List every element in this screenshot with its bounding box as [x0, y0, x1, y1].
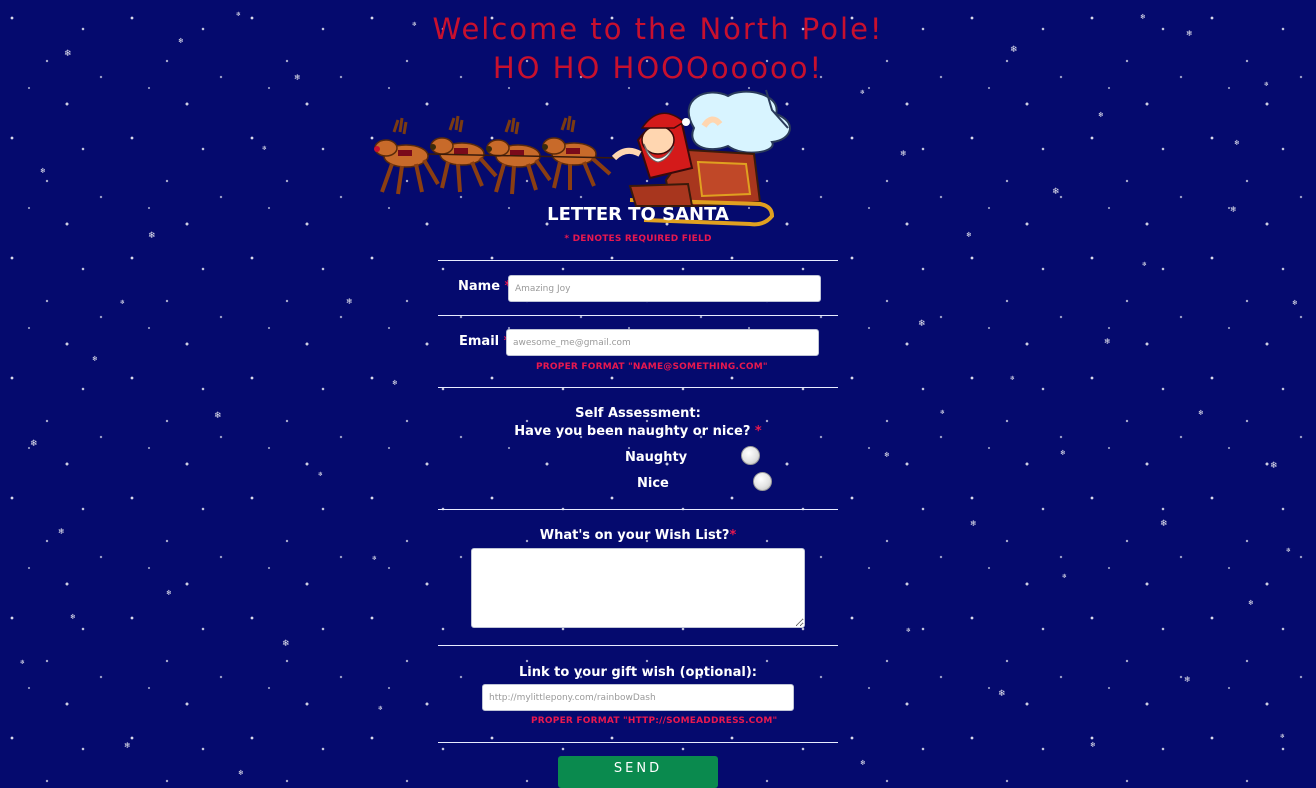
snowflake-icon: ❄ [1090, 741, 1096, 749]
snowflake-icon: ❄ [92, 355, 98, 363]
radio-nice[interactable] [753, 472, 772, 491]
email-input[interactable] [506, 329, 819, 356]
snowflake-icon: ❄ [124, 741, 131, 750]
snowflake-icon: ❄ [1104, 337, 1111, 346]
section-divider [438, 645, 838, 646]
wish-list-label-text: What's on your Wish List? [539, 528, 730, 543]
snowflake-icon: ❄ [1234, 139, 1240, 147]
snowflake-icon: ❄ [166, 589, 172, 597]
snowflake-icon: ❄ [1160, 519, 1168, 529]
required-marker: * [754, 424, 762, 439]
snowflake-icon: ❄ [1230, 205, 1237, 214]
snowflake-icon: ❄ [40, 167, 46, 175]
snowflake-icon: ❄ [970, 519, 977, 528]
snowflake-icon: ❄ [378, 705, 384, 712]
snowflake-icon: ❄ [940, 409, 946, 416]
snowflake-icon: ❄ [918, 319, 926, 329]
snowflake-icon: ❄ [262, 145, 268, 152]
snowflake-icon: ❄ [1052, 187, 1060, 197]
snowflake-icon: ❄ [58, 527, 65, 536]
snowflake-icon: ❄ [1286, 547, 1292, 554]
radio-naughty[interactable] [741, 446, 760, 465]
snowflake-icon: ❄ [214, 411, 222, 421]
snowflake-icon: ❄ [1098, 111, 1104, 119]
self-assessment-question-text: Have you been naughty or nice? [514, 424, 751, 439]
snowflake-icon: ❄ [238, 769, 244, 777]
gift-link-label: Link to your gift wish (optional): [519, 665, 757, 680]
self-assessment-question: Have you been naughty or nice? * [438, 424, 838, 439]
snowflake-icon: ❄ [1198, 409, 1204, 417]
snowflake-icon: ❄ [1280, 733, 1286, 740]
section-divider [438, 509, 838, 510]
snowflake-icon: ❄ [966, 231, 972, 239]
snowflake-icon: ❄ [900, 149, 907, 158]
radio-label-nice: Nice [637, 476, 669, 491]
email-format-hint: PROPER FORMAT "NAME@SOMETHING.COM" [536, 362, 768, 372]
snowflake-icon: ❄ [860, 759, 866, 767]
header-title-line1: Welcome to the North Pole! [432, 12, 884, 46]
section-divider [438, 742, 838, 743]
radio-label-naughty: Naughty [625, 450, 688, 465]
snowflake-icon: ❄ [998, 689, 1006, 699]
gift-link-format-hint: PROPER FORMAT "HTTP://SOMEADDRESS.COM" [531, 716, 778, 726]
form-title: LETTER TO SANTA [547, 204, 729, 225]
snowflake-icon: ❄ [282, 639, 290, 649]
snowflake-icon: ❄ [1010, 375, 1016, 382]
gift-link-input[interactable] [482, 684, 794, 711]
required-field-note: * DENOTES REQUIRED FIELD [564, 234, 712, 244]
section-divider [438, 260, 838, 261]
reindeer-icon [374, 115, 619, 195]
name-label-text: Name [458, 279, 501, 294]
snowflake-icon: ❄ [906, 627, 912, 634]
required-marker: * [729, 528, 737, 543]
snowflake-icon: ❄ [1270, 461, 1278, 471]
snowflake-icon: ❄ [392, 379, 398, 387]
snowflake-icon: ❄ [30, 439, 38, 449]
snowflake-icon: ❄ [372, 555, 378, 562]
snowflake-icon: ❄ [346, 297, 353, 306]
snowflake-icon: ❄ [884, 451, 890, 459]
name-label: Name * [458, 279, 511, 294]
snowflake-icon: ❄ [70, 613, 76, 621]
snowflake-icon: ❄ [20, 659, 26, 666]
snowflake-icon: ❄ [120, 299, 126, 306]
header-title-line2: HO HO HOOOooooo! [492, 51, 824, 85]
wish-list-label: What's on your Wish List?* [438, 528, 838, 543]
section-divider [438, 387, 838, 388]
self-assessment-heading: Self Assessment: [575, 406, 701, 421]
snowflake-icon: ❄ [318, 471, 324, 478]
snowflake-icon: ❄ [148, 231, 156, 241]
snowflake-icon: ❄ [1292, 299, 1298, 307]
section-divider [438, 315, 838, 316]
email-label-text: Email [459, 334, 500, 349]
snowflake-icon: ❄ [1184, 675, 1191, 684]
email-label: Email * [459, 334, 510, 349]
snowflake-icon: ❄ [1142, 261, 1148, 268]
name-input[interactable] [508, 275, 821, 302]
page-header: Welcome to the North Pole! HO HO HOOOooo… [0, 10, 1316, 88]
wish-list-textarea[interactable] [471, 548, 805, 628]
snowflake-icon: ❄ [860, 89, 866, 96]
snowflake-icon: ❄ [1062, 573, 1068, 580]
send-button[interactable]: SEND [558, 756, 718, 788]
snowflake-icon: ❄ [1060, 449, 1066, 457]
snowflake-icon: ❄ [1248, 599, 1254, 607]
